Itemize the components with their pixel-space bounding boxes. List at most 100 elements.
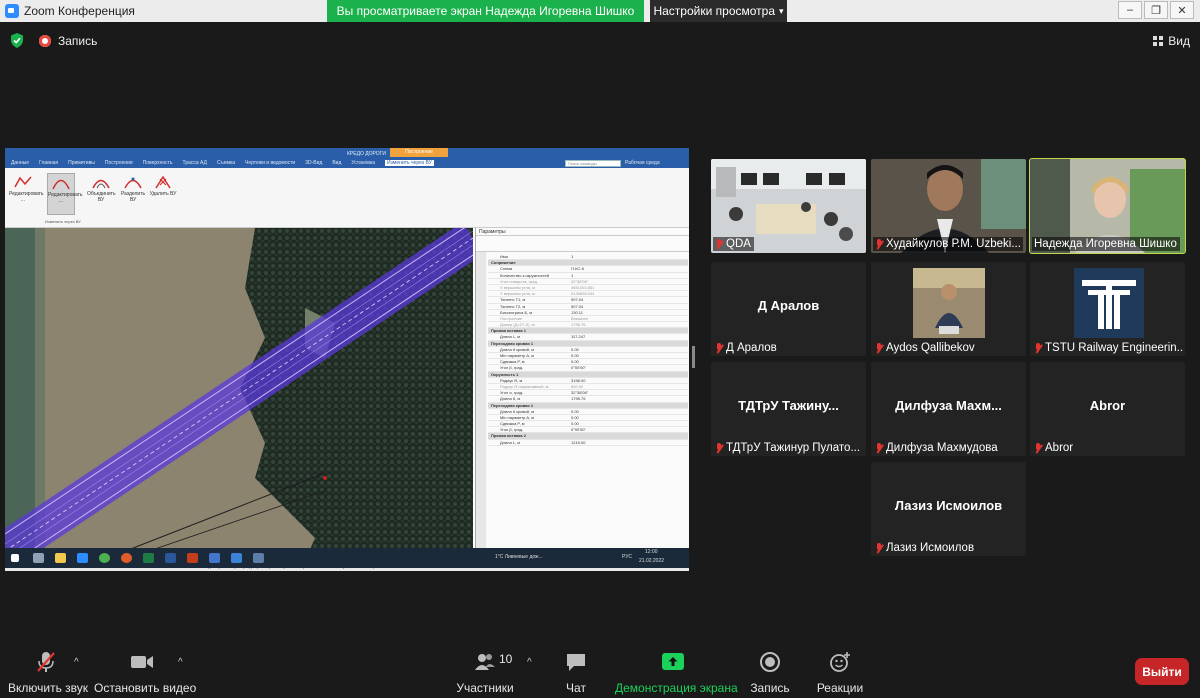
ribbon-tab[interactable]: Построения: [105, 160, 133, 166]
windows-start-icon[interactable]: [11, 554, 19, 562]
parameter-key: Min параметр A, м: [500, 414, 535, 420]
participant-name-label: Д Аралов: [715, 342, 777, 354]
participant-name: Дилфуза Махмудова: [886, 442, 998, 454]
file-explorer-icon[interactable]: [55, 553, 66, 563]
word-icon[interactable]: [165, 553, 176, 563]
ribbon-tab[interactable]: Установка: [351, 160, 375, 166]
participant-tile-dilfuza[interactable]: Дилфуза Махм... Дилфуза Махмудова: [871, 362, 1026, 456]
parameters-side-tabs[interactable]: [476, 252, 486, 561]
parameter-key: Биссектриса Б, м: [500, 309, 533, 315]
share-screen-label: Демонстрация экрана: [615, 681, 738, 695]
record-button[interactable]: Запись: [748, 650, 792, 695]
command-search-input[interactable]: Поиск команды: [565, 160, 621, 167]
task-view-icon[interactable]: [33, 553, 44, 563]
ribbon-edit-button-1[interactable]: Редактировать ...: [9, 173, 44, 215]
parameter-key: Сопряжение: [491, 260, 516, 266]
restore-button[interactable]: ❐: [1144, 1, 1168, 19]
participant-tile-abror[interactable]: Abror Abror: [1030, 362, 1185, 456]
shared-screen[interactable]: КРЕДО ДОРОГИ Построение Данные Главная При…: [5, 148, 689, 571]
view-toggle-button[interactable]: Вид: [1153, 34, 1190, 48]
participant-tile-shishko[interactable]: Надежда Игоревна Шишко: [1029, 158, 1186, 254]
view-options-button[interactable]: Настройки просмотра ▾: [650, 0, 787, 22]
participant-tile-aralov[interactable]: Д Аралов Д Аралов: [711, 262, 866, 356]
minimize-button[interactable]: –: [1118, 1, 1142, 19]
taskbar-weather[interactable]: 1°C Ливневые дож...: [495, 554, 543, 560]
ribbon-tab[interactable]: Главная: [39, 160, 58, 166]
parameter-value: П-КС-К: [571, 266, 585, 272]
share-screen-button[interactable]: Демонстрация экрана: [615, 650, 738, 695]
zoom-taskbar-icon[interactable]: [77, 553, 88, 563]
close-button[interactable]: ✕: [1170, 1, 1194, 19]
ribbon-button-label: Редактировать ...: [48, 192, 83, 204]
participant-name-label: Надежда Игоревна Шишко: [1032, 237, 1180, 251]
ribbon-merge-button[interactable]: Объединить ВУ: [87, 173, 116, 215]
participant-tile-qda[interactable]: QDA: [711, 159, 866, 253]
ribbon-tab[interactable]: Вид: [332, 160, 341, 166]
window-title: Zoom Конференция: [24, 4, 135, 18]
ribbon-tab[interactable]: Изменить через ВУ: [385, 160, 434, 166]
ribbon-tab[interactable]: Данные: [11, 160, 29, 166]
meeting-toolbar: Включить звук ^ Остановить видео ^ Участ…: [0, 640, 1200, 698]
credo-app-2-icon[interactable]: [253, 553, 264, 563]
ribbon-split-button[interactable]: Разделить ВУ: [119, 173, 147, 215]
firefox-icon[interactable]: [121, 553, 132, 563]
ribbon-tab[interactable]: Примитивы: [68, 160, 95, 166]
parameter-key: Тангенс Т2, м: [500, 303, 526, 309]
ribbon-tab[interactable]: 3D-Вид: [305, 160, 322, 166]
parameter-value: [568, 328, 678, 333]
participants-options-chevron-icon[interactable]: ^: [527, 657, 532, 668]
ribbon-tab[interactable]: Съемка: [217, 160, 235, 166]
participants-count: 10: [499, 652, 513, 666]
video-options-chevron-icon[interactable]: ^: [178, 657, 183, 668]
zoom-window: Zoom Конференция Вы просматриваете экран…: [0, 0, 1200, 698]
view-options-label: Настройки просмотра: [653, 4, 775, 18]
parameter-value: 0.00: [571, 353, 579, 358]
app-icon[interactable]: [209, 553, 220, 563]
leave-meeting-button[interactable]: Выйти: [1135, 658, 1189, 685]
parameters-toolbar[interactable]: [476, 236, 689, 252]
ribbon-tab[interactable]: Поверхность: [143, 160, 173, 166]
ribbon-group-label: Изменить через ВУ: [45, 219, 81, 224]
ribbon-edit-button-2[interactable]: Редактировать ...: [47, 173, 83, 215]
taskbar-language[interactable]: РУС: [622, 554, 632, 560]
satellite-map-view[interactable]: [5, 228, 473, 561]
participant-name: Abror: [1045, 442, 1074, 454]
ribbon-delete-button[interactable]: Удалить ВУ: [149, 173, 177, 215]
parameter-row[interactable]: Длина L, м 1215.00: [488, 440, 688, 446]
parameter-value: 0.00: [571, 414, 579, 420]
mic-muted-icon: [1034, 442, 1042, 454]
context-tab[interactable]: Построение: [390, 148, 448, 157]
parameter-value: 0.00: [571, 408, 579, 414]
ribbon-tab[interactable]: Трасса АД: [183, 160, 207, 166]
ribbon-tabs-bar: КРЕДО ДОРОГИ Построение Данные Главная При…: [5, 148, 689, 168]
security-shield-icon[interactable]: [10, 33, 24, 48]
unmute-button[interactable]: Включить звук: [8, 650, 88, 695]
chrome-icon[interactable]: [99, 553, 110, 563]
chat-button[interactable]: Чат: [556, 650, 596, 695]
workspace-label[interactable]: Рабочая среда: [625, 160, 660, 166]
credo-app-icon[interactable]: [231, 553, 242, 563]
recording-label[interactable]: Запись: [58, 34, 97, 48]
parameter-value: [568, 372, 678, 377]
ribbon-tab[interactable]: Чертежи и ведомости: [245, 160, 295, 166]
participant-tile-aydos[interactable]: Aydos Qallibekov: [871, 262, 1026, 356]
excel-icon[interactable]: [143, 553, 154, 563]
participant-tile-tazhinur[interactable]: ТДТрУ Тажину... ТДТрУ Тажинур Пулато...: [711, 362, 866, 456]
stop-video-button[interactable]: Остановить видео: [94, 650, 196, 695]
participant-tile-tstu[interactable]: TSTU Railway Engineerin...: [1030, 262, 1185, 356]
participant-name-label: Abror: [1034, 442, 1073, 454]
participant-name-label: Лазиз Исмоилов: [875, 542, 974, 554]
participant-tile-laziz[interactable]: Лазиз Исмоилов Лазиз Исмоилов: [871, 462, 1026, 556]
taskbar-date: 21.02.2022: [639, 558, 665, 564]
reactions-button[interactable]: Реакции: [816, 650, 864, 695]
zoom-logo-icon: [5, 4, 19, 18]
mic-muted-icon: [875, 542, 883, 554]
powerpoint-icon[interactable]: [187, 553, 198, 563]
parameter-key: Переходная кривая 1: [491, 340, 534, 346]
mic-muted-icon: [36, 652, 55, 672]
parameter-value: 117.247: [571, 334, 586, 340]
participant-name-label: QDA: [713, 237, 754, 251]
participant-tile-khudaykulov[interactable]: Худайкулов Р.М. Uzbeki...: [871, 159, 1026, 253]
audio-options-chevron-icon[interactable]: ^: [74, 657, 79, 668]
screen-share-splitter[interactable]: [692, 346, 695, 368]
